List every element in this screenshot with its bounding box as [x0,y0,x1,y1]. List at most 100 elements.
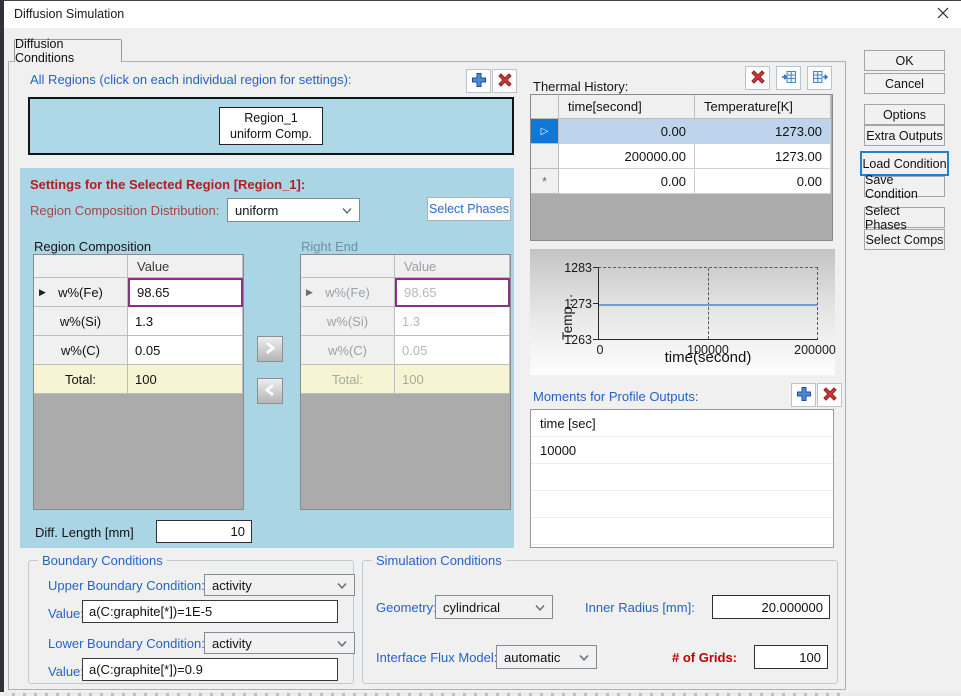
region-item[interactable]: Region_1 uniform Comp. [219,107,323,146]
window-title: Diffusion Simulation [14,7,124,21]
new-row-marker-icon[interactable]: * [531,169,559,194]
table-row: w%(Si) 1.3 [301,307,510,336]
tab-diffusion-conditions[interactable]: Diffusion Conditions [14,39,122,62]
row-value-cell[interactable]: 0.05 [128,336,243,365]
geometry-dropdown[interactable]: cylindrical [435,595,553,619]
list-item[interactable]: time [sec] [531,410,833,437]
upper-value-label: Value: [48,606,84,621]
moments-add-button[interactable] [791,383,816,407]
thermal-import-table-button[interactable] [776,66,801,90]
num-grids-input[interactable]: 100 [754,645,828,669]
current-row-marker-icon: ▶ [306,287,313,298]
row-value-cell[interactable]: 1.3 [128,307,243,336]
copy-right-button[interactable] [257,336,283,362]
row-label-cell: w%(Fe) [301,278,395,307]
time-cell[interactable]: 200000.00 [559,144,695,169]
total-value-cell: 100 [395,365,510,394]
save-condition-button[interactable]: Save Condition [864,176,945,197]
table-row: w%(C) 0.05 [301,336,510,365]
value-column-header: Value [395,255,510,278]
y-tick-label: 1273 [556,297,592,311]
time-column-header[interactable]: time[second] [559,95,695,119]
value-column-header[interactable]: Value [128,255,243,278]
select-comps-button[interactable]: Select Comps [864,229,945,250]
row-label-cell[interactable]: w%(C) [34,336,128,365]
row-label-cell[interactable]: w%(Si) [34,307,128,336]
plus-icon [471,72,487,91]
delete-x-icon [750,69,766,88]
upper-boundary-dropdown[interactable]: activity [204,574,355,596]
close-icon [937,7,949,22]
current-row-marker-icon[interactable]: ▷ [531,119,559,144]
time-cell[interactable]: 0.00 [559,169,695,194]
thermal-delete-button[interactable] [745,66,770,90]
select-phases-button-inline[interactable]: Select Phases [427,197,511,221]
delete-x-icon [497,72,513,91]
moments-delete-button[interactable] [817,383,842,407]
select-phases-button[interactable]: Select Phases [864,207,945,228]
row-header-cell[interactable] [531,144,559,169]
table-row-new: * 0.00 0.00 [531,169,832,194]
temperature-cell[interactable]: 0.00 [695,169,831,194]
options-button[interactable]: Options [864,104,945,125]
diff-length-input[interactable]: 10 [156,520,252,543]
corner-header-cell[interactable] [531,95,559,119]
moments-list[interactable]: time [sec] 10000 [530,409,834,548]
table-export-icon [812,69,828,88]
all-regions-label: All Regions (click on each individual re… [30,72,352,87]
table-row: 200000.00 1273.00 [531,144,832,169]
interface-flux-model-label: Interface Flux Model: [376,650,497,665]
composition-distribution-dropdown[interactable]: uniform [227,198,360,222]
right-end-title: Right End [301,239,358,254]
background-window-edge [0,0,4,692]
right-end-grid: Value ▶ w%(Fe) 98.65 w%(Si) 1.3 w%(C) 0.… [300,254,511,510]
upper-value-input[interactable]: a(C:graphite[*])=1E-5 [82,600,338,623]
chevron-down-icon [579,650,589,665]
regions-strip[interactable]: Region_1 uniform Comp. [28,97,514,155]
delete-region-button[interactable] [492,69,517,93]
row-value-cell[interactable]: 98.65 [128,278,243,307]
diff-length-label: Diff. Length [mm] [35,525,134,540]
inner-radius-input[interactable]: 20.000000 [712,595,830,619]
thermal-export-table-button[interactable] [807,66,832,90]
composition-distribution-label: Region Composition Distribution: [30,203,219,218]
thermal-history-label: Thermal History: [533,79,628,94]
region-composition-grid: Value ▶ w%(Fe) 98.65 w%(Si) 1.3 w%(C) 0.… [33,254,244,510]
total-label-cell: Total: [301,365,395,394]
lower-value-input[interactable]: a(C:graphite[*])=0.9 [82,658,338,681]
extra-outputs-button[interactable]: Extra Outputs [864,125,945,146]
title-bar [4,0,961,28]
row-label-cell[interactable]: w%(Fe) [34,278,128,307]
corner-header-cell[interactable] [34,255,128,278]
table-row: w%(C) 0.05 [34,336,243,365]
lower-boundary-dropdown[interactable]: activity [204,632,355,654]
cancel-button[interactable]: Cancel [864,73,945,94]
list-item[interactable]: 10000 [531,437,833,464]
total-row: Total: 100 [301,365,510,394]
lower-boundary-label: Lower Boundary Condition: [48,636,205,651]
table-row: ▶ w%(Fe) 98.65 [301,278,510,307]
thermal-history-grid: time[second] Temperature[K] ▷ 0.00 1273.… [530,94,833,241]
interface-flux-model-dropdown[interactable]: automatic [496,645,597,669]
temperature-column-header[interactable]: Temperature[K] [695,95,831,119]
temperature-cell[interactable]: 1273.00 [695,119,831,144]
add-region-button[interactable] [466,69,491,93]
select-phases-inline-label: Select Phases [429,202,509,216]
dropdown-value: automatic [504,650,560,665]
row-value-cell: 0.05 [395,336,510,365]
temperature-cell[interactable]: 1273.00 [695,144,831,169]
current-row-marker-icon: ▶ [39,287,46,298]
region-name: Region_1 [230,110,312,126]
total-label-cell: Total: [34,365,128,394]
row-label-cell: w%(C) [301,336,395,365]
ok-button[interactable]: OK [864,50,945,71]
grid-header-row: time[second] Temperature[K] [531,95,832,119]
grid-header-row: Value [34,255,243,278]
temperature-series-line [599,304,817,306]
time-cell[interactable]: 0.00 [559,119,695,144]
list-item-empty [531,491,833,518]
table-import-icon [781,69,797,88]
copy-left-button[interactable] [257,378,283,404]
chevron-right-icon [264,341,276,358]
close-button[interactable] [924,0,961,28]
